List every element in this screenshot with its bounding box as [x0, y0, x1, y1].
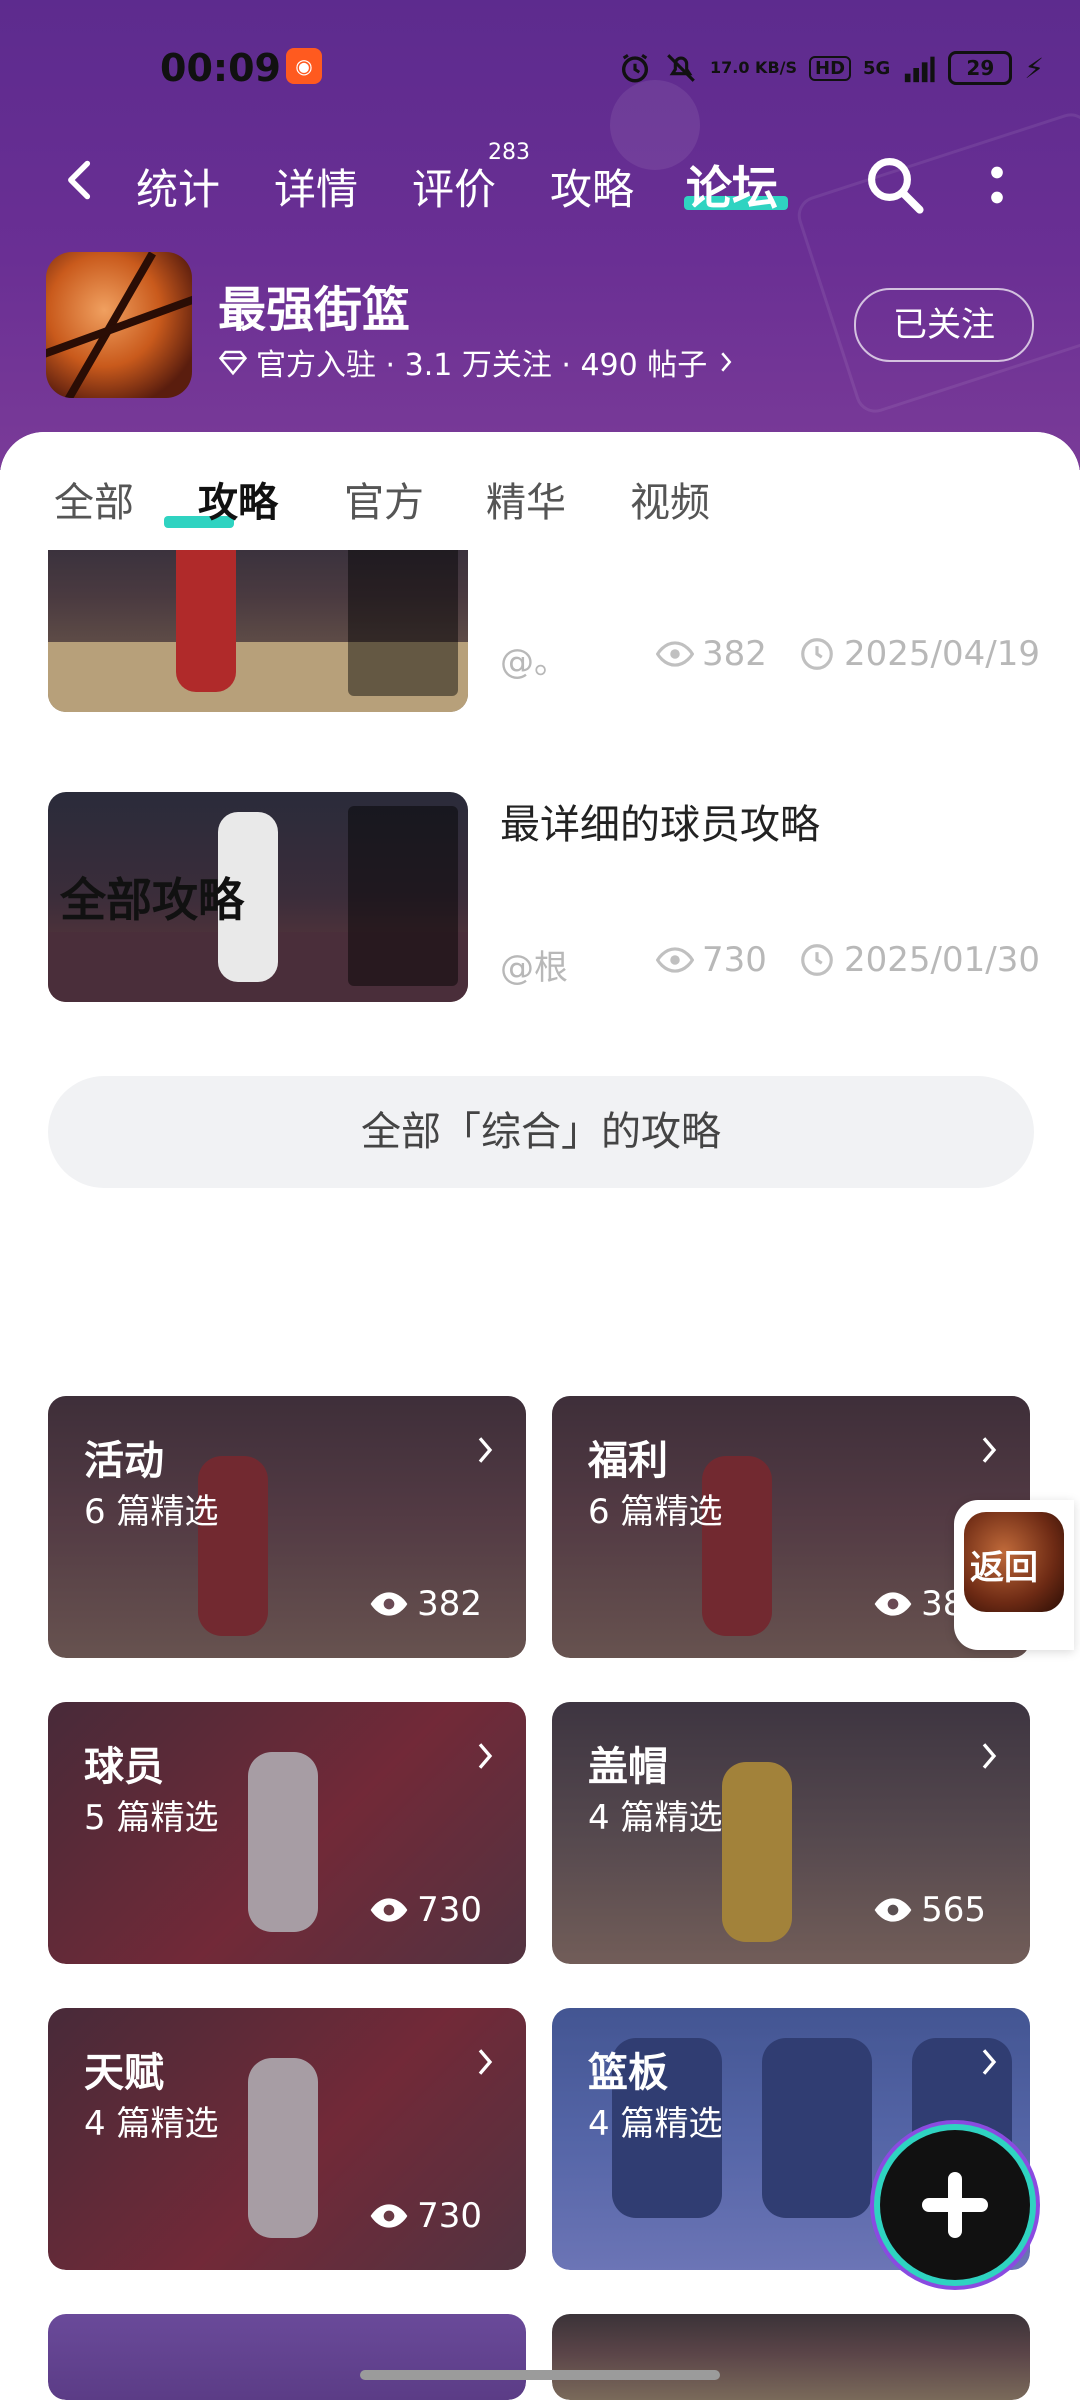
- category-name: 盖帽: [588, 1744, 668, 1790]
- category-card-activity[interactable]: 活动 6 篇精选 382: [48, 1388, 526, 1658]
- alarm-icon: [621, 53, 649, 83]
- game-name: 最强街篮: [218, 282, 411, 338]
- back-arrow-icon[interactable]: [58, 158, 102, 202]
- content-sheet: 全部 攻略 官方 精华 视频 @。 382 2025/04/19 最详细的球员攻…: [0, 432, 1080, 2400]
- category-name: 球员: [84, 1744, 164, 1790]
- clock-icon: [801, 638, 833, 670]
- section-title: 全部攻略: [60, 873, 244, 927]
- game-meta-text: 官方入驻 · 3.1 万关注 · 490 帖子: [256, 348, 708, 383]
- app-notification-icon: ◉: [286, 48, 322, 84]
- tab-details[interactable]: 详情: [274, 156, 358, 217]
- category-card-talent[interactable]: 天赋 4 篇精选 730: [48, 2000, 526, 2270]
- game-icon: [46, 252, 192, 398]
- game-info: 最强街篮 官方入驻 · 3.1 万关注 · 490 帖子 已关注: [46, 252, 1046, 402]
- eye-icon: [656, 641, 694, 667]
- status-icons: 17.0 KB/S HD 5G 29 ⚡: [618, 48, 1044, 88]
- game-meta[interactable]: 官方入驻 · 3.1 万关注 · 490 帖子: [218, 340, 737, 384]
- status-time: 00:09: [160, 46, 281, 90]
- eye-icon: [370, 1592, 408, 1616]
- subtab-guides[interactable]: 攻略: [198, 470, 278, 528]
- diamond-icon: [218, 350, 248, 376]
- category-views: 730: [369, 2196, 482, 2236]
- article-date: 2025/01/30: [798, 940, 1040, 980]
- category-views: 565: [873, 1890, 986, 1930]
- category-count: 5 篇精选: [84, 1798, 219, 1838]
- sub-tabs: 全部 攻略 官方 精华 视频: [0, 432, 1080, 550]
- category-count: 6 篇精选: [588, 1492, 723, 1532]
- top-nav: 统计 详情 评价 283 攻略 论坛: [0, 140, 1080, 230]
- tab-guides[interactable]: 攻略: [550, 156, 634, 217]
- chevron-right-icon: [478, 2049, 493, 2075]
- category-count: 4 篇精选: [84, 2104, 219, 2144]
- chevron-right-icon: [478, 1437, 493, 1463]
- subtab-featured[interactable]: 精华: [486, 470, 566, 528]
- chevron-right-icon: [721, 352, 732, 372]
- tab-reviews[interactable]: 评价: [412, 156, 496, 217]
- signal-bars-icon: [905, 56, 935, 83]
- article-views: 382: [656, 634, 767, 674]
- charging-icon: ⚡: [1024, 51, 1045, 85]
- chevron-right-icon: [982, 1743, 997, 1769]
- chevron-right-icon: [478, 1743, 493, 1769]
- tab-forum[interactable]: 论坛: [686, 152, 778, 218]
- article-title: 最详细的球员攻略: [500, 802, 820, 848]
- review-count-badge: 283: [488, 140, 530, 165]
- category-card-partial[interactable]: [48, 2306, 526, 2400]
- eye-icon: [370, 1898, 408, 1922]
- category-count: 6 篇精选: [84, 1492, 219, 1532]
- home-indicator[interactable]: [360, 2370, 720, 2380]
- game-header: 00:09 ◉ 17.0 KB/S HD 5G 29 ⚡ 统计 详情 评价 28…: [0, 0, 1080, 470]
- article-views: 730: [656, 940, 767, 980]
- article-author: @。: [500, 642, 568, 682]
- status-bar: 00:09 ◉ 17.0 KB/S HD 5G 29 ⚡: [0, 0, 1080, 130]
- category-card-partial[interactable]: [552, 2306, 1030, 2400]
- all-guides-button[interactable]: 全部「综合」的攻略: [48, 1076, 1034, 1188]
- category-views: 730: [369, 1890, 482, 1930]
- battery-indicator: 29: [948, 51, 1013, 85]
- mute-icon: [667, 54, 695, 82]
- category-count: 4 篇精选: [588, 2104, 723, 2144]
- category-count: 4 篇精选: [588, 1798, 723, 1838]
- clock-icon: [801, 944, 833, 976]
- signal-indicator: 5G: [863, 57, 891, 79]
- category-views: 382: [369, 1584, 482, 1624]
- category-name: 福利: [588, 1438, 668, 1484]
- category-card-blocks[interactable]: 盖帽 4 篇精选 565: [552, 1694, 1030, 1964]
- article-date: 2025/04/19: [798, 634, 1040, 674]
- chevron-right-icon: [982, 2049, 997, 2075]
- article-item[interactable]: @。 382 2025/04/19: [48, 502, 1040, 712]
- hd-badge: HD: [809, 55, 852, 81]
- floating-return-button[interactable]: 返回: [954, 1500, 1074, 1650]
- chevron-right-icon: [982, 1437, 997, 1463]
- category-card-players[interactable]: 球员 5 篇精选 730: [48, 1694, 526, 1964]
- network-speed: 17.0 KB/S: [710, 58, 798, 77]
- subtab-official[interactable]: 官方: [344, 470, 424, 528]
- search-icon[interactable]: [862, 152, 928, 218]
- article-author: @根: [500, 948, 568, 988]
- follow-button[interactable]: 已关注: [854, 288, 1034, 362]
- subtab-all[interactable]: 全部: [54, 470, 134, 528]
- subtab-videos[interactable]: 视频: [630, 470, 710, 528]
- create-post-button[interactable]: [880, 2130, 1030, 2280]
- return-label: 返回: [970, 1548, 1038, 1588]
- category-name: 天赋: [84, 2050, 164, 2096]
- category-name: 篮板: [588, 2050, 668, 2096]
- eye-icon: [656, 947, 694, 973]
- category-name: 活动: [84, 1438, 164, 1484]
- tab-stats[interactable]: 统计: [136, 156, 220, 217]
- more-options-icon[interactable]: [986, 160, 1008, 210]
- eye-icon: [874, 1898, 912, 1922]
- eye-icon: [370, 2204, 408, 2228]
- eye-icon: [874, 1592, 912, 1616]
